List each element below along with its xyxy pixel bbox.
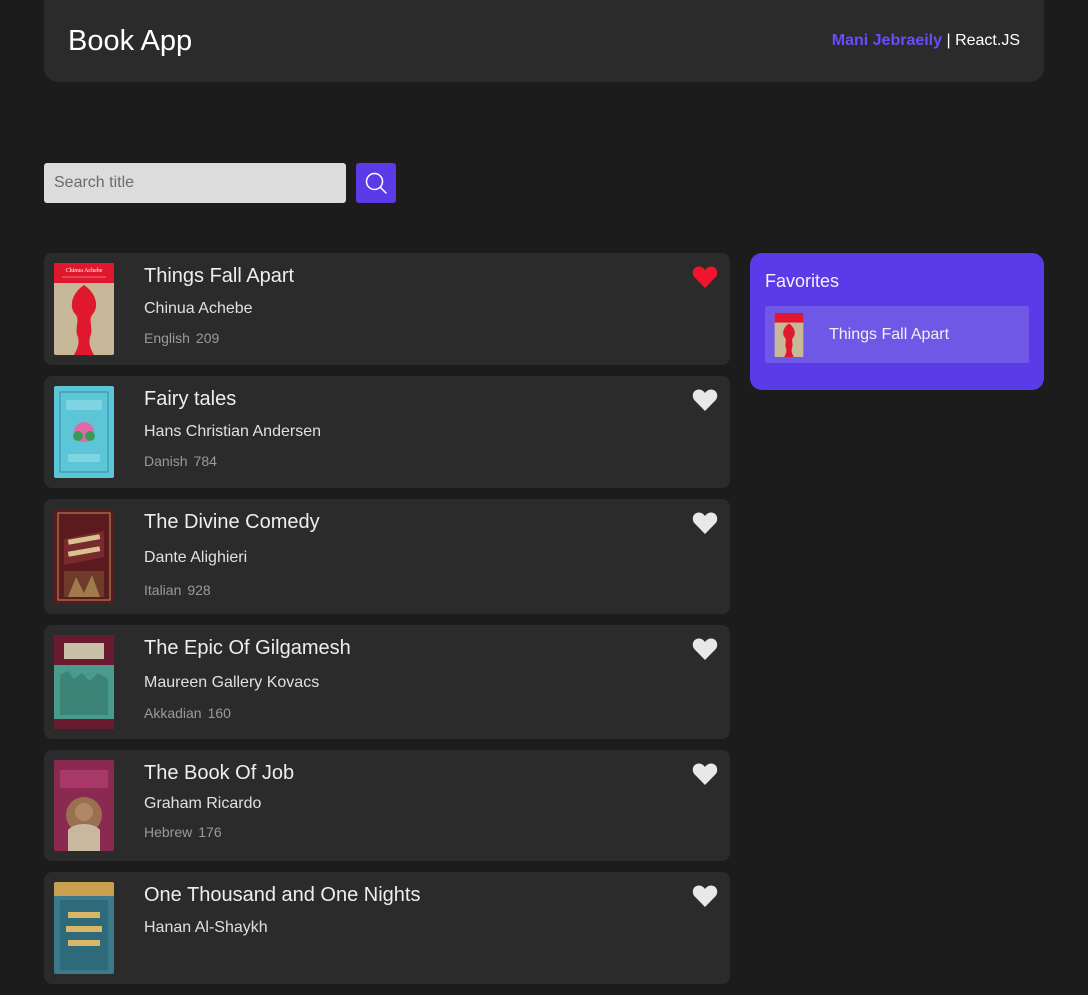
- book-language: English: [144, 330, 190, 346]
- book-language: Hebrew: [144, 824, 193, 840]
- book-info: Fairy tales Hans Christian Andersen Dani…: [144, 386, 321, 478]
- search-bar: [44, 163, 396, 203]
- book-author: Hans Christian Andersen: [144, 423, 321, 440]
- heart-icon[interactable]: [692, 265, 718, 289]
- book-cover: [54, 635, 114, 729]
- tech-label: React.JS: [955, 32, 1020, 49]
- book-card: Chinua Achebe Things Fall Apart Chinua A…: [44, 253, 730, 365]
- book-language: Akkadian: [144, 705, 202, 721]
- app-title: Book App: [68, 24, 193, 57]
- book-meta: Italian 928: [144, 582, 320, 598]
- heart-icon[interactable]: [692, 762, 718, 786]
- cover-author-text: Chinua Achebe: [66, 268, 103, 274]
- book-card: The Book Of Job Graham Ricardo Hebrew 176: [44, 750, 730, 861]
- heart-icon[interactable]: [692, 511, 718, 535]
- book-pages: 784: [193, 453, 217, 469]
- book-card: The Epic Of Gilgamesh Maureen Gallery Ko…: [44, 625, 730, 739]
- favorites-heading: Favorites: [765, 271, 840, 291]
- book-info: One Thousand and One Nights Hanan Al-Sha…: [144, 882, 420, 974]
- search-button[interactable]: [356, 163, 396, 203]
- book-info: The Divine Comedy Dante Alighieri Italia…: [144, 509, 320, 604]
- favorites-panel: Favorites Things Fall Apart: [750, 253, 1044, 390]
- heart-icon[interactable]: [692, 637, 718, 661]
- book-author: Maureen Gallery Kovacs: [144, 674, 320, 691]
- header-credit: Mani Jebraeily | React.JS: [832, 32, 1020, 50]
- search-icon: [365, 172, 387, 194]
- book-language: Italian: [144, 582, 182, 598]
- book-pages: 209: [195, 330, 220, 346]
- book-card: Fairy tales Hans Christian Andersen Dani…: [44, 376, 730, 488]
- book-card: One Thousand and One Nights Hanan Al-Sha…: [44, 872, 730, 984]
- book-meta: Hebrew 176: [144, 824, 294, 840]
- book-title[interactable]: The Epic Of Gilgamesh: [144, 637, 351, 660]
- favorite-title: Things Fall Apart: [829, 325, 950, 343]
- book-card: The Divine Comedy Dante Alighieri Italia…: [44, 499, 730, 614]
- book-pages: 176: [198, 824, 222, 840]
- book-meta: English 209: [144, 330, 294, 346]
- book-language: Danish: [144, 453, 188, 469]
- book-info: The Book Of Job Graham Ricardo Hebrew 176: [144, 760, 294, 851]
- favorite-item[interactable]: Things Fall Apart: [765, 306, 1029, 363]
- author-link[interactable]: Mani Jebraeily: [832, 32, 942, 49]
- book-info: The Epic Of Gilgamesh Maureen Gallery Ko…: [144, 635, 351, 729]
- book-cover: [54, 509, 114, 604]
- book-author: Graham Ricardo: [144, 795, 262, 812]
- book-cover: [54, 386, 114, 478]
- book-list: Chinua Achebe Things Fall Apart Chinua A…: [44, 253, 730, 995]
- book-meta: Danish 784: [144, 453, 321, 469]
- book-title[interactable]: The Divine Comedy: [144, 511, 320, 534]
- book-author: Hanan Al-Shaykh: [144, 919, 268, 936]
- book-title[interactable]: The Book Of Job: [144, 762, 294, 785]
- book-title[interactable]: One Thousand and One Nights: [144, 884, 420, 907]
- book-author: Chinua Achebe: [144, 300, 253, 317]
- book-cover: [54, 882, 114, 974]
- book-meta: Akkadian 160: [144, 705, 351, 721]
- book-info: Things Fall Apart Chinua Achebe English 2…: [144, 263, 294, 355]
- favorite-thumbnail: [773, 312, 805, 357]
- book-cover: Chinua Achebe: [54, 263, 114, 355]
- search-input[interactable]: [44, 163, 346, 203]
- book-author: Dante Alighieri: [144, 549, 248, 566]
- book-pages: 160: [207, 705, 231, 721]
- book-title[interactable]: Fairy tales: [144, 388, 321, 411]
- heart-icon[interactable]: [692, 884, 718, 908]
- book-pages: 928: [187, 582, 211, 598]
- book-cover: [54, 760, 114, 851]
- app-header: Book App Mani Jebraeily | React.JS: [44, 0, 1044, 82]
- heart-icon[interactable]: [692, 388, 718, 412]
- credit-separator: |: [942, 32, 956, 49]
- book-title[interactable]: Things Fall Apart: [144, 265, 294, 288]
